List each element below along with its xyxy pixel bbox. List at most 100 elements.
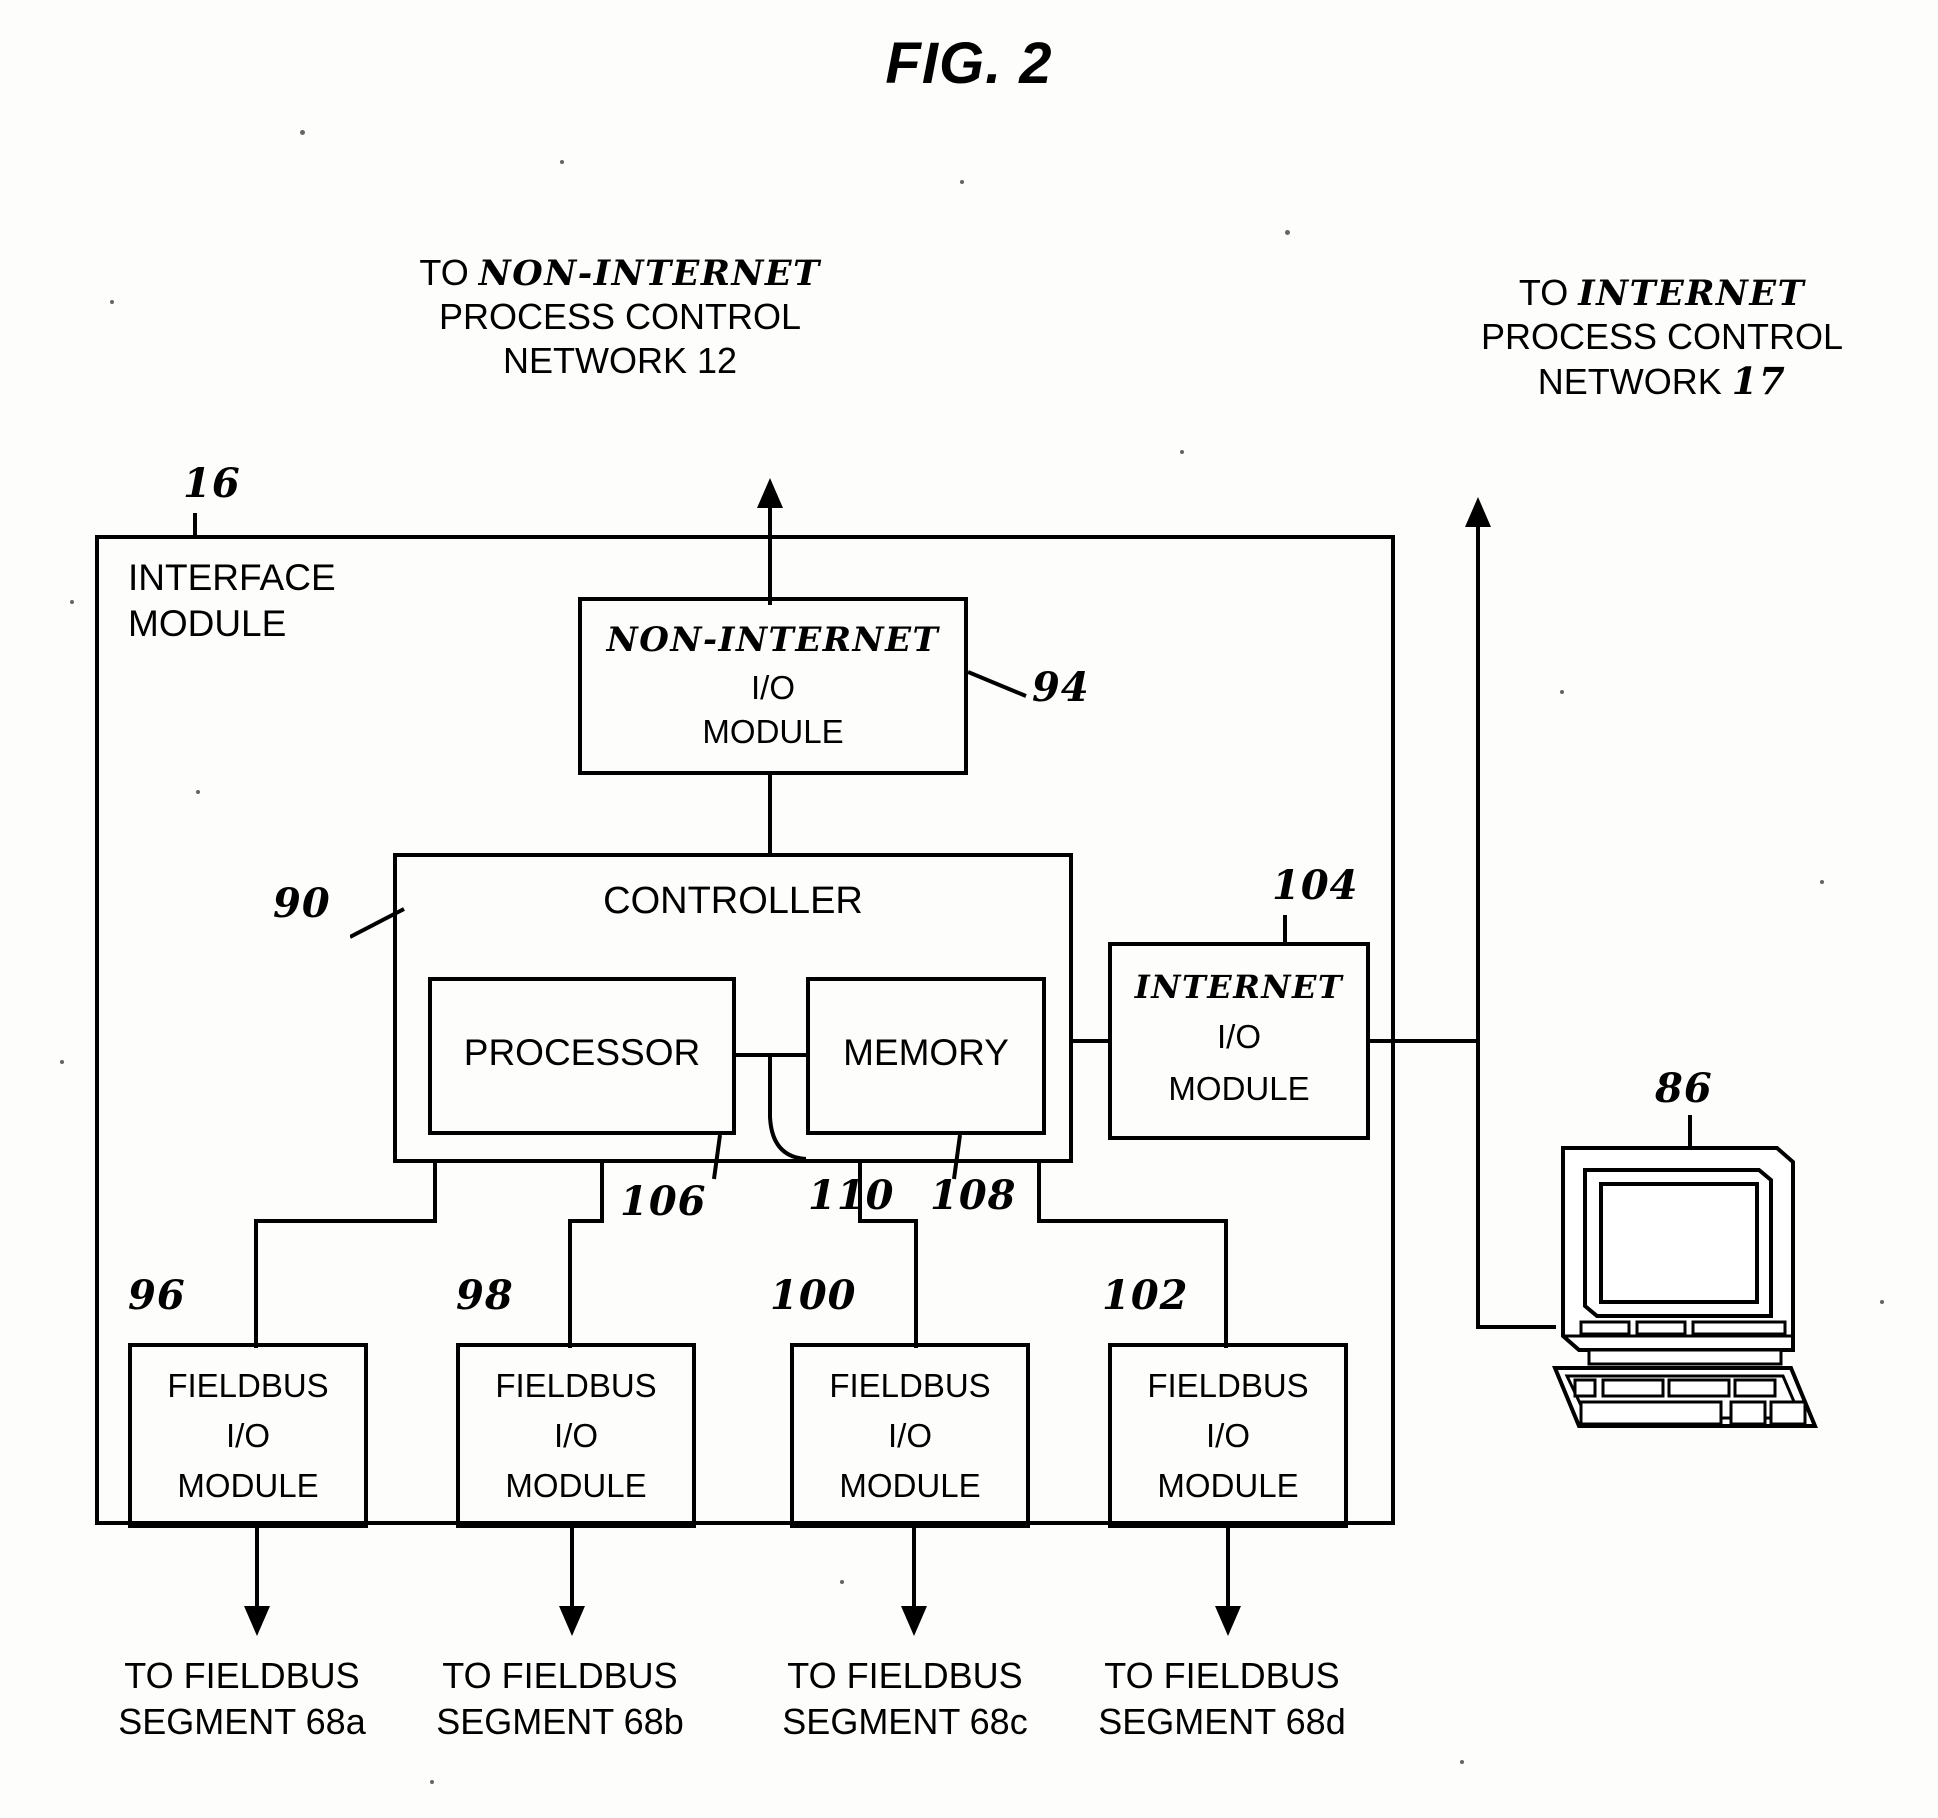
leader-line-16 <box>193 513 197 537</box>
memory-title: MEMORY <box>843 1032 1009 1073</box>
internet-io-module-box: INTERNET I/O MODULE <box>1108 942 1370 1140</box>
arrow-to-non-internet-network <box>757 478 783 508</box>
controller-title: CONTROLLER <box>603 880 863 922</box>
scan-speckle <box>840 1580 844 1584</box>
ref-numeral-110: 110 <box>808 1172 895 1219</box>
leader-line-110 <box>742 1053 808 1173</box>
patent-figure-page: FIG. 2 TO NON-INTERNET PROCESS CONTROL N… <box>0 0 1938 1818</box>
arrow-fieldbus-c <box>901 1606 927 1636</box>
line-branch-a-to-module <box>254 1219 258 1348</box>
fieldbus-a-line1: FIELDBUS <box>167 1367 329 1404</box>
scan-speckle <box>196 790 200 794</box>
ref-numeral-90: 90 <box>273 880 331 927</box>
leader-line-106 <box>690 1134 724 1183</box>
internet-label-line2: PROCESS CONTROL <box>1480 316 1844 357</box>
internet-label-network-num: 17 <box>1731 359 1787 403</box>
line-controller-branch-b <box>568 1219 604 1223</box>
scan-speckle <box>1180 450 1184 454</box>
non-internet-io-module-box: NON-INTERNET I/O MODULE <box>578 597 968 775</box>
internet-io-module-line2: I/O <box>1216 1018 1261 1055</box>
fieldbus-destination-a-line1: TO FIELDBUS <box>124 1655 360 1696</box>
fieldbus-destination-a-line2: SEGMENT 68a <box>118 1701 366 1742</box>
scan-speckle <box>1820 880 1824 884</box>
scan-speckle <box>560 160 564 164</box>
memory-box: MEMORY <box>806 977 1046 1135</box>
fieldbus-destination-b-line1: TO FIELDBUS <box>442 1655 678 1696</box>
ref-numeral-96: 96 <box>128 1272 186 1319</box>
line-controller-branch-d <box>1037 1219 1228 1223</box>
scan-speckle <box>1460 1760 1464 1764</box>
fieldbus-a-line2: I/O <box>225 1417 270 1454</box>
fieldbus-d-line2: I/O <box>1205 1417 1250 1454</box>
internet-label-to: TO <box>1518 272 1569 313</box>
line-nonint-io-to-controller <box>768 775 772 853</box>
scan-speckle <box>1880 1300 1884 1304</box>
non-internet-label-line2: PROCESS CONTROL <box>438 296 802 337</box>
internet-label-hand: INTERNET <box>1578 273 1806 314</box>
arrow-fieldbus-a <box>244 1606 270 1636</box>
fieldbus-destination-d-line1: TO FIELDBUS <box>1104 1655 1340 1696</box>
ref-numeral-104: 104 <box>1272 862 1359 909</box>
ref-numeral-106: 106 <box>620 1178 707 1225</box>
line-controller-branch-c <box>858 1219 918 1223</box>
line-controller-drop-b <box>600 1163 604 1223</box>
line-branch-b-to-module <box>568 1219 572 1348</box>
figure-title: FIG. 2 <box>885 31 1053 96</box>
processor-title: PROCESSOR <box>463 1032 701 1073</box>
non-internet-label-to: TO <box>419 252 469 293</box>
ref-numeral-98: 98 <box>456 1272 514 1319</box>
line-controller-to-internet-io <box>1073 1039 1110 1043</box>
fieldbus-a-line3: MODULE <box>177 1467 319 1504</box>
line-fieldbus-c-out <box>912 1528 916 1614</box>
fieldbus-c-line3: MODULE <box>839 1467 981 1504</box>
fieldbus-destination-b-line2: SEGMENT 68b <box>436 1701 684 1742</box>
ref-numeral-16: 16 <box>183 460 241 507</box>
scan-speckle <box>110 300 114 304</box>
line-to-workstation <box>1476 1325 1556 1329</box>
line-fieldbus-a-out <box>255 1528 259 1614</box>
scan-speckle <box>60 1060 64 1064</box>
line-to-non-internet-network <box>768 505 772 605</box>
fieldbus-destination-c-line2: SEGMENT 68c <box>782 1701 1028 1742</box>
non-internet-label-hand: NON-INTERNET <box>478 253 821 294</box>
scan-speckle <box>300 130 305 135</box>
ref-numeral-100: 100 <box>770 1272 857 1319</box>
ref-numeral-108: 108 <box>930 1172 1017 1219</box>
fieldbus-d-line1: FIELDBUS <box>1147 1367 1309 1404</box>
fieldbus-destination-c-line1: TO FIELDBUS <box>787 1655 1023 1696</box>
internet-label-network: NETWORK <box>1537 361 1722 402</box>
line-internet-up <box>1476 526 1480 1043</box>
arrow-to-internet-network <box>1465 497 1491 527</box>
fieldbus-c-line1: FIELDBUS <box>829 1367 991 1404</box>
fieldbus-d-line3: MODULE <box>1157 1467 1299 1504</box>
line-controller-drop-d <box>1037 1163 1041 1223</box>
internet-io-module-line3: MODULE <box>1168 1070 1310 1107</box>
scan-speckle <box>1560 690 1564 694</box>
ref-numeral-102: 102 <box>1102 1272 1189 1319</box>
scan-speckle <box>70 600 74 604</box>
leader-line-104 <box>1283 915 1287 943</box>
scan-speckle <box>1285 230 1290 235</box>
interface-module-label-line2: MODULE <box>128 603 287 644</box>
line-internet-io-right <box>1370 1039 1480 1043</box>
line-controller-drop-c <box>858 1163 862 1223</box>
fieldbus-io-module-a: FIELDBUS I/O MODULE <box>128 1343 368 1528</box>
leader-line-90 <box>349 905 406 941</box>
line-internet-down-to-workstation <box>1476 1039 1480 1329</box>
scan-speckle <box>430 1780 434 1784</box>
fieldbus-b-line3: MODULE <box>505 1467 647 1504</box>
internet-io-module-line1: INTERNET <box>1134 968 1344 1006</box>
line-controller-drop-a <box>433 1163 437 1223</box>
leader-line-94 <box>967 670 1028 700</box>
fieldbus-b-line1: FIELDBUS <box>495 1367 657 1404</box>
fieldbus-io-module-b: FIELDBUS I/O MODULE <box>456 1343 696 1528</box>
non-internet-label-line3: NETWORK 12 <box>502 340 738 381</box>
ref-numeral-86: 86 <box>1655 1065 1713 1112</box>
non-internet-io-module-line1: NON-INTERNET <box>606 620 940 660</box>
interface-module-label-line1: INTERFACE <box>128 557 336 598</box>
non-internet-io-module-line3: MODULE <box>702 713 844 750</box>
line-fieldbus-d-out <box>1226 1528 1230 1614</box>
fieldbus-io-module-c: FIELDBUS I/O MODULE <box>790 1343 1030 1528</box>
ref-numeral-94: 94 <box>1032 664 1090 711</box>
workstation-icon <box>1545 1140 1825 1430</box>
